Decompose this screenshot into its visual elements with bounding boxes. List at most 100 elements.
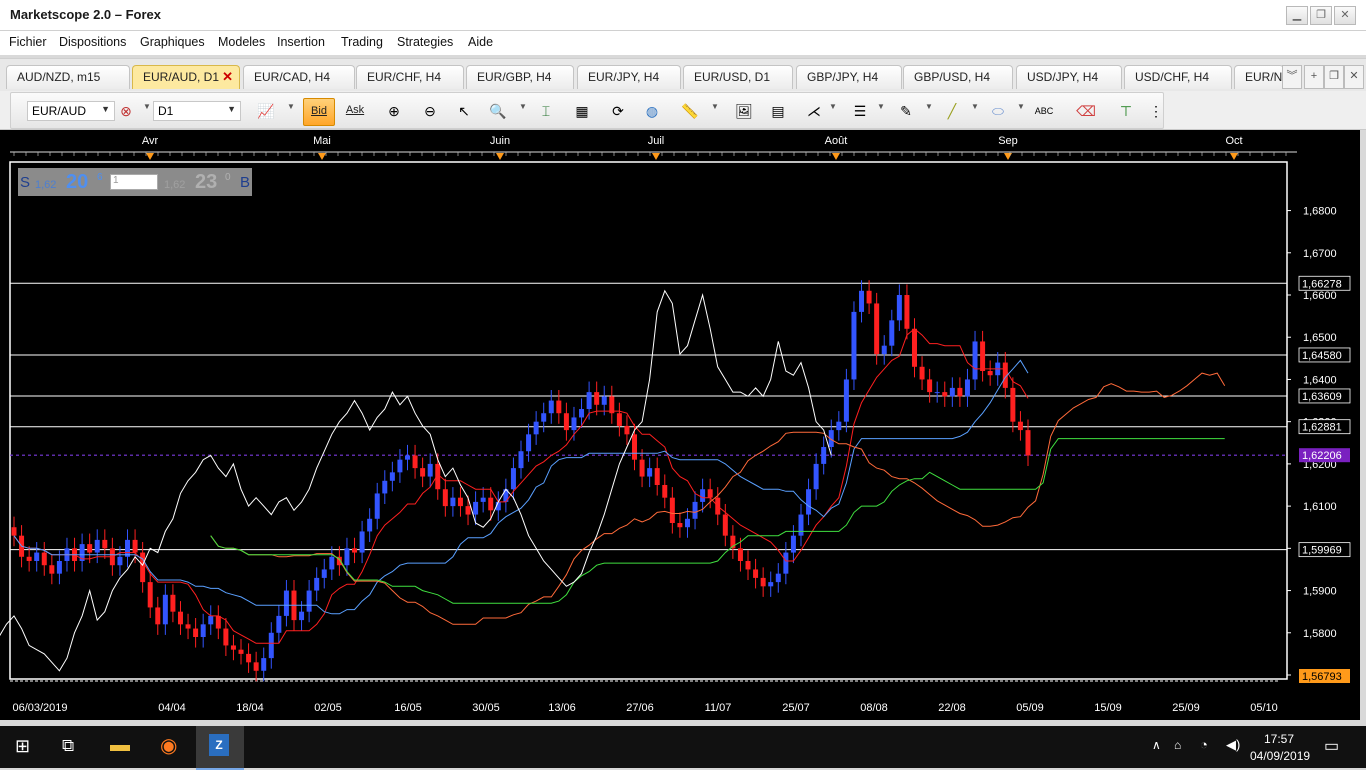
marketscope-icon[interactable]: Z <box>196 726 244 770</box>
sell-button[interactable]: S <box>20 174 30 191</box>
bid-button[interactable]: Bid <box>303 98 335 126</box>
candle-body <box>934 392 940 394</box>
menu-dispositions[interactable]: Dispositions <box>59 35 126 49</box>
tab-eur-gbp[interactable]: EUR/GBP, H4 <box>466 65 574 89</box>
close-tab-icon[interactable]: ✕ <box>222 69 233 85</box>
menu-aide[interactable]: Aide <box>468 35 493 49</box>
tab-eur-chf[interactable]: EUR/CHF, H4 <box>356 65 464 89</box>
x-tick-label: 18/04 <box>236 702 264 714</box>
close-button[interactable]: ✕ <box>1334 6 1356 25</box>
candle-body <box>140 552 146 583</box>
menu-strategies[interactable]: Strategies <box>397 35 453 49</box>
tab-eur-jpy[interactable]: EUR/JPY, H4 <box>577 65 681 89</box>
tab-usd-chf[interactable]: USD/CHF, H4 <box>1124 65 1232 89</box>
menu-fichier[interactable]: Fichier <box>9 35 47 49</box>
trendline-icon[interactable]: ╱ <box>941 101 963 121</box>
menu-trading[interactable]: Trading <box>341 35 383 49</box>
candle-body <box>980 341 986 372</box>
timeframe-select[interactable]: D1 ▼ <box>153 101 241 121</box>
network-icon[interactable]: ⌂ <box>1174 738 1181 752</box>
buy-price-big[interactable]: 23 <box>195 171 217 194</box>
candle-body <box>162 594 168 625</box>
close-all-tabs-icon[interactable]: ✕ <box>1344 65 1364 89</box>
eraser-icon[interactable]: ⌫ <box>1075 101 1097 121</box>
file-explorer-icon[interactable]: ▬ <box>110 734 130 757</box>
candle-body <box>450 497 456 507</box>
menu-graphiques[interactable]: Graphiques <box>140 35 205 49</box>
tab-list-icon[interactable]: ︾ <box>1282 65 1302 89</box>
chevron-down-icon[interactable]: ▼ <box>1017 102 1025 111</box>
buy-price-prefix: 1,62 <box>164 179 186 191</box>
candle-body <box>238 649 244 654</box>
notifications-icon[interactable]: ▭ <box>1324 736 1339 756</box>
ask-button[interactable]: Ask <box>341 98 369 124</box>
text-icon[interactable]: ABC <box>1033 101 1055 121</box>
zoom-in-icon[interactable]: ⊕ <box>383 101 405 121</box>
zoom-out-icon[interactable]: ⊖ <box>419 101 441 121</box>
scale-icon[interactable]: ▦ <box>571 101 593 121</box>
tab-eur-usd[interactable]: EUR/USD, D1 <box>683 65 793 89</box>
chevron-down-icon[interactable]: ▼ <box>143 102 151 111</box>
ruler-icon[interactable]: 📏 <box>679 101 701 121</box>
pen-icon[interactable]: ✎ <box>895 101 917 121</box>
chevron-down-icon[interactable]: ▼ <box>829 102 837 111</box>
indicator-icon[interactable]: ⌶ <box>535 101 557 121</box>
cursor-icon[interactable]: ↖ <box>453 101 475 121</box>
price-chart[interactable]: Avr Mai Juin Juil Août Sep Oct 06/03/2019 04/04 1… <box>0 130 1360 720</box>
symbol-select[interactable]: EUR/AUD ▼ <box>27 101 115 121</box>
chevron-up-icon[interactable]: ∧ <box>1152 738 1161 752</box>
x-tick-label: 02/05 <box>314 702 342 714</box>
globe-icon[interactable]: ◍ <box>641 101 663 121</box>
tab-eur-n[interactable]: EUR/N <box>1234 65 1284 89</box>
hierarchy-icon[interactable]: ⊤ <box>1115 101 1137 121</box>
chevron-down-icon[interactable]: ▼ <box>877 102 885 111</box>
clock-time[interactable]: 17:57 <box>1264 732 1294 746</box>
month-label: Sep <box>998 135 1018 147</box>
restore-button[interactable]: ❐ <box>1310 6 1332 25</box>
fibonacci-icon[interactable]: ⋌ <box>803 101 825 121</box>
candle-body <box>283 590 289 616</box>
ellipse-icon[interactable]: ⬭ <box>987 101 1009 121</box>
remove-indicator-icon[interactable]: ⊗ <box>115 101 137 121</box>
chevron-down-icon[interactable]: ▼ <box>925 102 933 111</box>
tab-eur-aud[interactable]: EUR/AUD, D1 ✕ <box>132 65 240 89</box>
wifi-icon[interactable]: ◔ <box>1200 737 1208 752</box>
volume-icon[interactable]: ◀) <box>1226 737 1240 753</box>
task-view-icon[interactable]: ⧉ <box>62 736 74 756</box>
candle-body <box>768 582 774 587</box>
menu-insertion[interactable]: Insertion <box>277 35 325 49</box>
candle-body <box>344 548 350 566</box>
image-icon[interactable]: 🖼 <box>733 101 755 121</box>
clock-date[interactable]: 04/09/2019 <box>1250 749 1310 763</box>
chart-type-icon[interactable]: 📈 <box>255 101 277 121</box>
chevron-down-icon[interactable]: ▼ <box>287 102 295 111</box>
candle-body <box>745 561 751 570</box>
restore-tab-icon[interactable]: ❐ <box>1324 65 1344 89</box>
candle-body <box>904 295 910 329</box>
chevron-down-icon[interactable]: ▼ <box>711 102 719 111</box>
quantity-input[interactable]: 1 <box>110 174 158 190</box>
candle-body <box>737 548 743 562</box>
menu-modeles[interactable]: Modeles <box>218 35 265 49</box>
refresh-icon[interactable]: ⟳ <box>607 101 629 121</box>
print-icon[interactable]: ▤ <box>767 101 789 121</box>
start-icon[interactable]: ⊞ <box>15 736 30 757</box>
zoom-icon[interactable]: 🔍 <box>487 101 509 121</box>
tab-aud-nzd[interactable]: AUD/NZD, m15 <box>6 65 130 89</box>
chevron-down-icon[interactable]: ▼ <box>519 102 527 111</box>
chart-area[interactable]: Avr Mai Juin Juil Août Sep Oct 06/03/2019 04/04 1… <box>0 130 1360 720</box>
tab-usd-jpy[interactable]: USD/JPY, H4 <box>1016 65 1122 89</box>
chevron-down-icon[interactable]: ▼ <box>971 102 979 111</box>
buy-button[interactable]: B <box>240 174 250 191</box>
tab-eur-cad[interactable]: EUR/CAD, H4 <box>243 65 355 89</box>
firefox-icon[interactable]: ◉ <box>160 733 177 758</box>
minimize-button[interactable]: ▁ <box>1286 6 1308 25</box>
tab-gbp-jpy[interactable]: GBP/JPY, H4 <box>796 65 902 89</box>
sell-price-big[interactable]: 20 <box>66 171 88 194</box>
add-tab-icon[interactable]: + <box>1304 65 1324 89</box>
plot-frame <box>9 161 1288 680</box>
tab-gbp-usd[interactable]: GBP/USD, H4 <box>903 65 1013 89</box>
level-label: 1,59969 <box>1302 545 1342 557</box>
more-icon[interactable]: ⋮ <box>1145 101 1167 121</box>
lines-icon[interactable]: ☰ <box>849 101 871 121</box>
